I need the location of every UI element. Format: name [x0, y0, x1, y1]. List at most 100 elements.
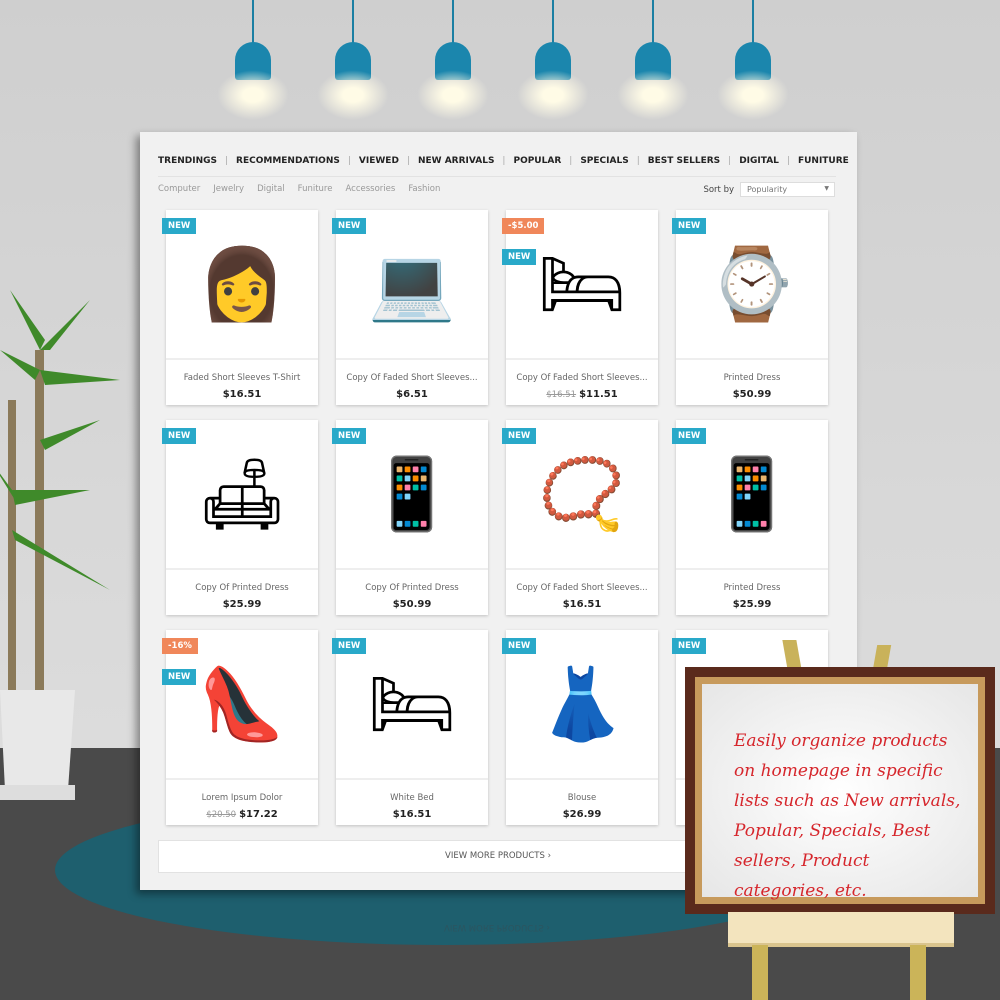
divider — [158, 176, 836, 177]
tab-funiture[interactable]: FUNITURE — [798, 156, 849, 166]
category-funiture[interactable]: Funiture — [298, 184, 333, 194]
product-card[interactable]: 🛏 NEW White Bed $16.51 — [332, 630, 488, 825]
product-badge: NEW — [502, 249, 537, 265]
easel-leg — [910, 945, 926, 1000]
product-badge: -$5.00 — [502, 218, 545, 234]
tab-new-arrivals[interactable]: NEW ARRIVALS — [418, 156, 494, 166]
current-price: $25.99 — [222, 599, 262, 610]
product-price: $26.99 — [506, 809, 658, 820]
sort-value: Popularity — [747, 185, 788, 194]
current-price: $16.51 — [562, 599, 602, 610]
product-badge: NEW — [162, 428, 197, 444]
tab-specials[interactable]: SPECIALS — [580, 156, 628, 166]
current-price: $50.99 — [732, 389, 772, 400]
product-badge: NEW — [162, 669, 197, 685]
product-name[interactable]: White Bed — [336, 793, 488, 803]
product-card[interactable]: 👩 NEW Faded Short Sleeves T-Shirt $16.51 — [162, 210, 318, 405]
product-card[interactable]: 👠 -16% NEW Lorem Ipsum Dolor $20.50 $17.22 — [162, 630, 318, 825]
sign-text: Easily organize products on homepage in … — [702, 684, 978, 901]
current-price: $11.51 — [579, 389, 618, 400]
product-price: $50.99 — [676, 389, 828, 400]
current-price: $16.51 — [222, 389, 262, 400]
product-name[interactable]: Faded Short Sleeves T-Shirt — [166, 373, 318, 383]
potted-plant — [0, 290, 120, 800]
product-price: $16.51 $11.51 — [506, 389, 658, 400]
dropdown-arrow-icon: ▼ — [824, 185, 829, 192]
product-name[interactable]: Copy Of Printed Dress — [336, 583, 488, 593]
current-price: $50.99 — [392, 599, 432, 610]
tab-viewed[interactable]: VIEWED — [359, 156, 399, 166]
easel-leg — [752, 945, 768, 1000]
chevron-right-icon: › — [547, 851, 551, 861]
old-price: $20.50 — [206, 810, 237, 820]
tab-separator: | — [224, 156, 229, 166]
product-card[interactable]: 📱 NEW Printed Dress $25.99 — [672, 420, 828, 615]
easel-shelf — [728, 912, 954, 947]
view-more-label: VIEW MORE PRODUCTS — [445, 851, 545, 861]
current-price: $26.99 — [562, 809, 602, 820]
product-price: $25.99 — [676, 599, 828, 610]
product-price: $25.99 — [166, 599, 318, 610]
product-name[interactable]: Blouse — [506, 793, 658, 803]
product-name[interactable]: Printed Dress — [676, 373, 828, 383]
product-name[interactable]: Lorem Ipsum Dolor — [166, 793, 318, 803]
category-accessories[interactable]: Accessories — [345, 184, 395, 194]
product-badge: NEW — [672, 218, 707, 234]
tab-separator: | — [728, 156, 732, 166]
tab-separator: | — [502, 156, 506, 166]
tab-separator: | — [406, 156, 410, 166]
product-badge: NEW — [672, 428, 707, 444]
product-badge: NEW — [162, 218, 197, 234]
product-card[interactable]: 💻 NEW Copy Of Faded Short Sleeves... $6.51 — [332, 210, 488, 405]
tab-digital[interactable]: DIGITAL — [739, 156, 779, 166]
old-price: $16.51 — [546, 390, 577, 400]
product-price: $50.99 — [336, 599, 488, 610]
category-digital[interactable]: Digital — [257, 184, 285, 194]
product-badge: NEW — [332, 638, 367, 654]
product-card[interactable]: 📱 NEW Copy Of Printed Dress $50.99 — [332, 420, 488, 615]
product-price: $16.51 — [506, 599, 658, 610]
product-name[interactable]: Copy Of Faded Short Sleeves... — [336, 373, 488, 383]
product-name[interactable]: Copy Of Printed Dress — [166, 583, 318, 593]
sort-select[interactable]: Popularity ▼ — [740, 182, 835, 197]
sort-control: Sort by Popularity ▼ — [703, 182, 835, 197]
product-badge: NEW — [672, 638, 707, 654]
tab-popular[interactable]: POPULAR — [513, 156, 561, 166]
product-price: $16.51 — [336, 809, 488, 820]
product-card[interactable]: ⌚ NEW Printed Dress $50.99 — [672, 210, 828, 405]
product-card[interactable]: 📿 NEW Copy Of Faded Short Sleeves... $16.51 — [502, 420, 658, 615]
product-name[interactable]: Copy Of Faded Short Sleeves... — [506, 583, 658, 593]
tab-separator: | — [636, 156, 640, 166]
tab-trendings[interactable]: TRENDINGS — [158, 156, 217, 166]
product-badge: NEW — [332, 428, 367, 444]
product-price: $6.51 — [336, 389, 488, 400]
product-badge: NEW — [502, 428, 537, 444]
product-price: $20.50 $17.22 — [166, 809, 318, 820]
category-filter: Computer Jewelry Digital Funiture Accessorie… — [158, 184, 440, 194]
current-price: $16.51 — [392, 809, 432, 820]
product-badge: -16% — [162, 638, 198, 654]
product-card[interactable]: 🛏 -$5.00 NEW Copy Of Faded Short Sleeves...… — [502, 210, 658, 405]
product-card[interactable]: 👗 NEW Blouse $26.99 — [502, 630, 658, 825]
current-price: $17.22 — [239, 809, 278, 820]
product-price: $16.51 — [166, 389, 318, 400]
sort-label: Sort by — [703, 184, 734, 195]
tab-best-sellers[interactable]: BEST SELLERS — [648, 156, 720, 166]
tab-separator: | — [569, 156, 573, 166]
category-computer[interactable]: Computer — [158, 184, 200, 194]
current-price: $6.51 — [396, 389, 428, 400]
product-badge: NEW — [502, 638, 537, 654]
product-name[interactable]: Printed Dress — [676, 583, 828, 593]
category-jewelry[interactable]: Jewelry — [213, 184, 244, 194]
current-price: $25.99 — [732, 599, 772, 610]
tab-separator: | — [347, 156, 351, 166]
tab-separator: | — [786, 156, 790, 166]
product-card[interactable]: 🛋 NEW Copy Of Printed Dress $25.99 — [162, 420, 318, 615]
category-fashion[interactable]: Fashion — [408, 184, 440, 194]
view-more-reflection: VIEW MORE PRODUCTS › — [444, 922, 550, 932]
tab-recommendations[interactable]: RECOMMENDATIONS — [236, 156, 340, 166]
product-badge: NEW — [332, 218, 367, 234]
product-name[interactable]: Copy Of Faded Short Sleeves... — [506, 373, 658, 383]
info-sign: Easily organize products on homepage in … — [685, 667, 995, 914]
tab-bar: TRENDINGS | RECOMMENDATIONS | VIEWED | NEW ARR… — [158, 156, 849, 166]
